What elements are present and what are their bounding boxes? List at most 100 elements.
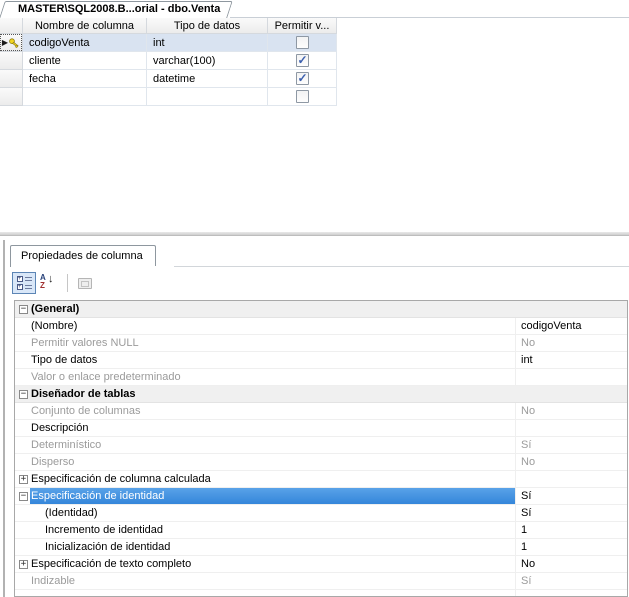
property-row[interactable]: Disperso No [15,454,627,471]
allow-nulls-checkbox[interactable] [295,90,309,103]
categorized-icon [16,276,32,290]
property-label: Descripción [31,422,89,434]
property-category-row[interactable]: (General) [15,301,627,318]
pane-splitter[interactable] [0,232,629,236]
table-row: ▶ codigoVenta int [0,34,338,52]
expand-expander-icon[interactable] [19,560,28,569]
property-value: No [521,337,536,349]
cell-allow-nulls [268,52,337,70]
property-value[interactable]: codigoVenta [521,318,582,334]
property-value[interactable]: 1 [521,522,527,538]
collapse-expander-icon[interactable] [19,390,28,399]
property-value[interactable]: No [521,556,535,572]
row-selector[interactable] [0,88,23,106]
columns-grid: Nombre de columna Tipo de datos Permitir… [0,18,338,106]
row-pointer-icon: ▶ [1,37,9,47]
property-category-row[interactable]: Diseñador de tablas [15,386,627,403]
table-designer-window: MASTER\SQL2008.B...orial - dbo.Venta Nom… [0,0,629,597]
row-selector-focus: ▶ [0,34,22,51]
column-header-type[interactable]: Tipo de datos [147,18,268,34]
property-label: (Identidad) [45,507,98,519]
property-row[interactable]: Determinístico Sí [15,437,627,454]
properties-toolbar: AZ↓ [12,271,97,295]
property-label: Especificación de texto completo [31,558,192,570]
cell-data-type[interactable]: varchar(100) [147,52,268,70]
property-row-partial [15,590,627,596]
property-row[interactable]: Permitir valores NULL No [15,335,627,352]
property-expandable-row[interactable]: Especificación de columna calculada [15,471,627,488]
column-header-allow-nulls[interactable]: Permitir v... [268,18,337,34]
property-label: Tipo de datos [31,354,98,366]
cell-data-type[interactable] [147,88,268,106]
property-label: Disperso [31,456,75,468]
collapse-expander-icon[interactable] [19,492,28,501]
property-row[interactable]: Descripción [15,420,627,437]
property-label: Diseñador de tablas [31,388,136,400]
property-label: Determinístico [31,439,102,451]
cell-allow-nulls [268,34,337,52]
property-value: No [521,405,536,417]
cell-column-name[interactable] [23,88,147,106]
property-label: (General) [31,303,80,315]
row-selector[interactable] [0,70,23,88]
property-value[interactable]: int [521,352,533,368]
property-expandable-row-selected[interactable]: Especificación de identidad Sí [15,488,627,505]
cell-column-name[interactable]: codigoVenta [23,34,147,52]
primary-key-icon [9,37,19,48]
property-expandable-row[interactable]: Especificación de texto completo No [15,556,627,573]
property-label: Valor o enlace predeterminado [31,371,181,383]
sort-alphabetical-button[interactable]: A Z ↓ [36,272,60,294]
columns-grid-header: Nombre de columna Tipo de datos Permitir… [0,18,338,34]
property-pages-icon [78,277,92,289]
sort-alphabetical-icon: A Z ↓ [40,273,54,290]
document-tab[interactable]: MASTER\SQL2008.B...orial - dbo.Venta [0,1,234,19]
row-selector[interactable]: ▶ [0,34,23,52]
property-value: Sí [521,439,532,451]
cell-allow-nulls [268,88,337,106]
table-row-empty [0,88,338,106]
property-row[interactable]: Inicialización de identidad 1 [15,539,627,556]
categorized-button[interactable] [12,272,36,294]
allow-nulls-checkbox[interactable] [295,36,309,49]
row-selector-header [0,18,23,34]
property-label: Permitir valores NULL [31,337,139,349]
property-label: Especificación de identidad [31,490,165,502]
property-label: Incremento de identidad [45,524,164,536]
cell-column-name[interactable]: cliente [23,52,147,70]
property-row[interactable]: Indizable Sí [15,573,627,590]
table-row: fecha datetime [0,70,338,88]
properties-tab-label: Propiedades de columna [21,250,143,262]
property-value[interactable]: 1 [521,539,527,555]
property-pages-button [73,272,97,294]
allow-nulls-checkbox[interactable] [295,53,309,67]
property-row[interactable]: Conjunto de columnas No [15,403,627,420]
cell-data-type[interactable]: datetime [147,70,268,88]
property-label: (Nombre) [31,320,78,332]
cell-allow-nulls [268,70,337,88]
toolbar-separator [67,274,68,292]
property-value: No [521,456,536,468]
cell-data-type[interactable]: int [147,34,268,52]
property-row[interactable]: (Identidad) Sí [15,505,627,522]
collapse-expander-icon[interactable] [19,305,28,314]
table-row: cliente varchar(100) [0,52,338,70]
property-label: Indizable [31,575,76,587]
allow-nulls-checkbox[interactable] [295,71,309,85]
column-header-name[interactable]: Nombre de columna [23,18,147,34]
document-tab-title: MASTER\SQL2008.B...orial - dbo.Venta [18,3,221,15]
property-row[interactable]: (Nombre) codigoVenta [15,318,627,335]
property-row[interactable]: Tipo de datos int [15,352,627,369]
property-value: Sí [521,575,532,587]
property-label: Especificación de columna calculada [31,473,211,485]
cell-column-name[interactable]: fecha [23,70,147,88]
property-value[interactable]: Sí [521,488,531,504]
tab-column-properties[interactable]: Propiedades de columna [10,245,156,267]
properties-tab-cover [11,266,174,267]
property-row[interactable]: Valor o enlace predeterminado [15,369,627,386]
panel-left-edge [3,240,5,597]
expand-expander-icon[interactable] [19,475,28,484]
row-selector[interactable] [0,52,23,70]
document-tabstrip: MASTER\SQL2008.B...orial - dbo.Venta [0,0,629,19]
property-value[interactable]: Sí [521,505,531,521]
property-row[interactable]: Incremento de identidad 1 [15,522,627,539]
